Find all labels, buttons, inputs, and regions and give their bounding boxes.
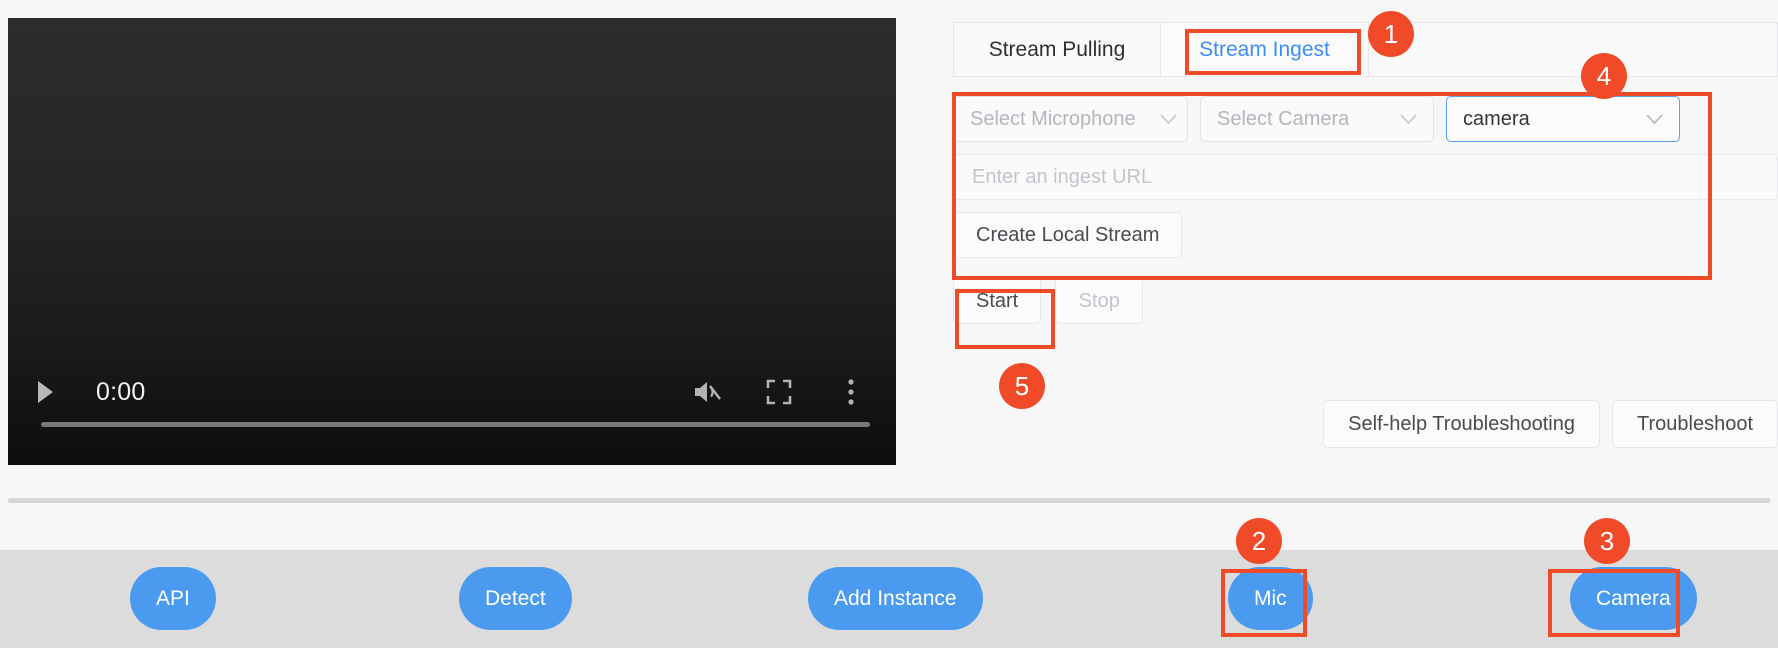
camera-select[interactable]: Select Camera (1200, 96, 1434, 142)
ingest-url-row (953, 154, 1778, 200)
volume-muted-icon[interactable] (690, 375, 724, 409)
tab-strip-filler (1369, 22, 1778, 76)
video-control-right-group (690, 375, 868, 409)
video-progress-bar[interactable] (41, 422, 870, 427)
start-stop-row: Start Stop (953, 278, 1778, 324)
device-select-row: Select Microphone Select Camera camera (953, 96, 1778, 142)
chevron-down-icon (1622, 108, 1663, 131)
self-help-troubleshooting-button[interactable]: Self-help Troubleshooting (1323, 400, 1600, 448)
app-root: 0:00 Stream Pulling Stream Ingest Select… (0, 0, 1778, 648)
dock-button-detect[interactable]: Detect (459, 567, 572, 630)
play-triangle (38, 381, 53, 403)
ingest-url-input[interactable] (953, 154, 1778, 200)
camera-select-label: Select Camera (1217, 107, 1350, 130)
dock-button-camera[interactable]: Camera (1570, 567, 1697, 630)
tab-strip: Stream Pulling Stream Ingest (953, 22, 1778, 77)
video-player[interactable]: 0:00 (8, 18, 896, 465)
ingest-form: Select Microphone Select Camera camera E… (953, 96, 1778, 324)
microphone-select[interactable]: Select Microphone (953, 96, 1188, 142)
section-divider (8, 498, 1770, 503)
dock-button-mic[interactable]: Mic (1228, 567, 1313, 630)
chevron-down-icon (1136, 108, 1177, 131)
create-stream-row: Create Local Stream (953, 212, 1778, 258)
camera-named-select-label: camera (1463, 107, 1530, 130)
create-local-stream-button[interactable]: Create Local Stream (953, 212, 1183, 258)
dock-button-api[interactable]: API (130, 567, 216, 630)
bottom-dock: API Detect Add Instance Mic Camera (0, 550, 1778, 648)
more-vertical-icon[interactable] (834, 375, 868, 409)
fullscreen-icon[interactable] (762, 375, 796, 409)
stop-button[interactable]: Stop (1055, 278, 1144, 324)
video-control-row: 0:00 (36, 371, 868, 413)
tab-stream-ingest[interactable]: Stream Ingest (1161, 22, 1369, 76)
video-time-label: 0:00 (96, 377, 146, 406)
start-button[interactable]: Start (953, 278, 1042, 324)
troubleshoot-button[interactable]: Troubleshoot (1612, 400, 1778, 448)
camera-named-select[interactable]: camera (1446, 96, 1680, 142)
troubleshoot-row: Self-help Troubleshooting Troubleshoot (1323, 400, 1778, 448)
play-icon[interactable] (36, 375, 66, 409)
stream-config-panel: Stream Pulling Stream Ingest Select Micr… (905, 0, 1778, 465)
chevron-down-icon (1376, 108, 1417, 131)
video-controls: 0:00 (8, 347, 896, 465)
tab-stream-pulling[interactable]: Stream Pulling (953, 22, 1161, 76)
dock-button-add-instance[interactable]: Add Instance (808, 567, 983, 630)
microphone-select-label: Select Microphone (970, 107, 1136, 130)
